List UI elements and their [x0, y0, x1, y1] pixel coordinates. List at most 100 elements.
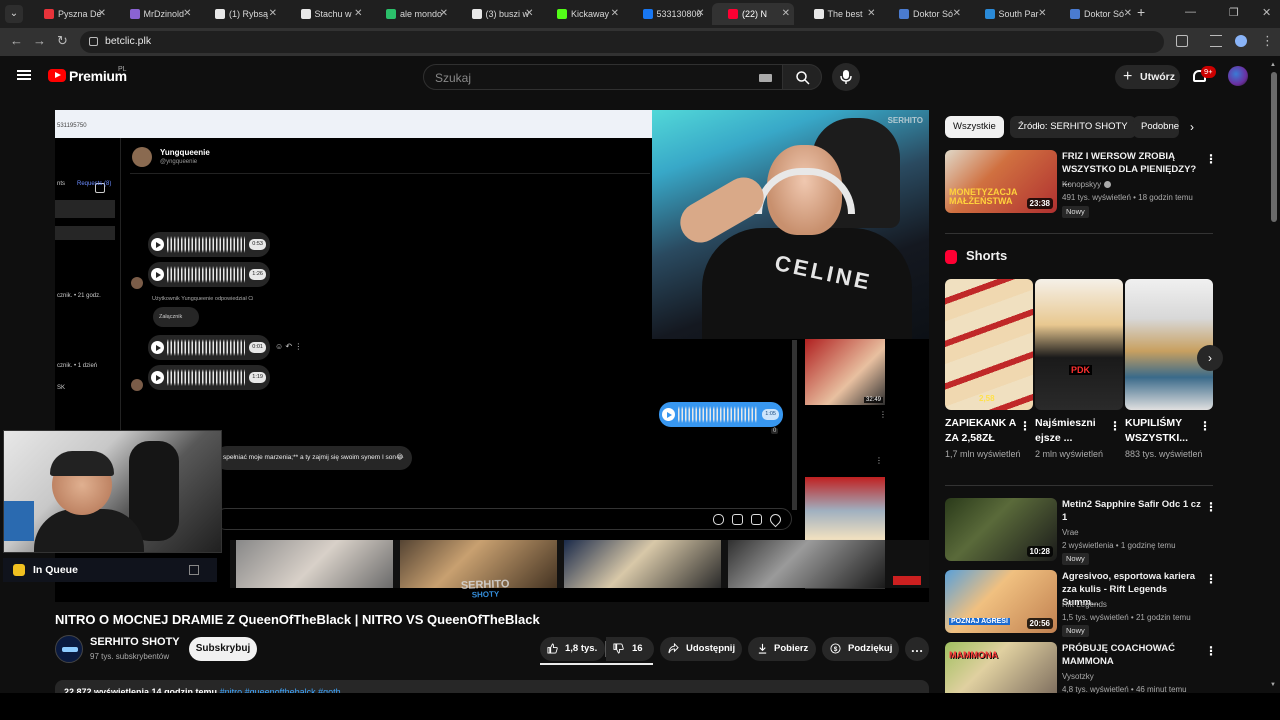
keyboard-icon[interactable]: [759, 74, 772, 82]
tab-close-icon[interactable]: ✕: [440, 3, 448, 25]
create-button[interactable]: + Utwórz: [1115, 65, 1180, 89]
page-scrollbar[interactable]: ▲ ▼: [1270, 62, 1278, 692]
rec-thumbnail[interactable]: MAMMONA: [945, 642, 1057, 693]
more-actions-button[interactable]: …: [905, 637, 929, 661]
browser-tab[interactable]: (22) N ✕: [712, 3, 794, 25]
rec-channel[interactable]: Vysotzky: [1062, 672, 1094, 681]
tab-close-icon[interactable]: ✕: [867, 3, 875, 25]
scroll-up-icon[interactable]: ▲: [1270, 62, 1276, 68]
voice-search-button[interactable]: [832, 63, 860, 91]
short-title[interactable]: KUPILIŚMY WSZYSTKI...: [1125, 416, 1200, 446]
tab-close-icon[interactable]: ✕: [611, 3, 619, 25]
rec-title[interactable]: Metin2 Sapphire Safir Odc 1 cz 1: [1062, 498, 1202, 524]
chip-similar[interactable]: Podobne: [1133, 116, 1179, 138]
ig-reply-note: Użytkownik Yungqueenie odpowiedział Ci: [152, 296, 254, 302]
reload-icon[interactable]: ↻: [57, 33, 68, 49]
browser-tab[interactable]: Doktor Só ✕: [1054, 3, 1136, 25]
tab-close-icon[interactable]: ✕: [269, 3, 277, 25]
browser-tab[interactable]: Pyszna De ✕: [28, 3, 110, 25]
minimize-icon[interactable]: —: [1185, 6, 1196, 18]
rec-channel[interactable]: Konopskyy: [1062, 180, 1112, 189]
channel-name[interactable]: SERHITO SHOTY: [90, 636, 180, 648]
extensions-icon[interactable]: [1176, 35, 1188, 47]
short-thumbnail[interactable]: [1125, 279, 1213, 410]
browser-tab[interactable]: Doktor Só ✕: [883, 3, 965, 25]
rec-channel[interactable]: Rift Legends: [1062, 600, 1107, 609]
tab-close-icon[interactable]: ✕: [953, 3, 961, 25]
tab-favicon-icon: [813, 9, 824, 19]
more-icon[interactable]: ⋮: [1205, 500, 1217, 514]
browser-tab[interactable]: ale mondo ✕: [370, 3, 452, 25]
rec-duration: 23:38: [1026, 198, 1053, 209]
more-icon[interactable]: ⋮: [1109, 419, 1121, 433]
more-icon[interactable]: ⋮: [1205, 572, 1217, 586]
browser-menu-icon[interactable]: ⋮: [1261, 33, 1274, 49]
thanks-button[interactable]: $ Podziękuj: [822, 637, 899, 661]
tab-label: Stachu w: [314, 9, 352, 19]
browser-tab[interactable]: (1) Rybsą ✕: [199, 3, 281, 25]
tab-close-icon[interactable]: ✕: [98, 3, 106, 25]
tab-close-icon[interactable]: ✕: [696, 3, 704, 25]
subscribe-button[interactable]: Subskrybuj: [189, 637, 257, 661]
play-icon: [151, 341, 164, 354]
chip-all[interactable]: Wszystkie: [945, 116, 1004, 138]
webcam-watermark: SERHITO: [887, 116, 923, 125]
forward-icon[interactable]: →: [33, 33, 46, 48]
profile-icon[interactable]: [1235, 35, 1247, 47]
rec-thumbnail[interactable]: POZNAJ AGRESI 20:56: [945, 570, 1057, 633]
ig-left-block: [55, 226, 115, 240]
short-title[interactable]: ZAPIEKANK A ZA 2,58ZŁ: [945, 416, 1020, 446]
short-thumbnail[interactable]: 2,58: [945, 279, 1033, 410]
chip-source[interactable]: Źródło: SERHITO SHOTY: [1010, 116, 1136, 138]
browser-tab[interactable]: Stachu w ✕: [285, 3, 367, 25]
download-button[interactable]: Pobierz: [748, 637, 816, 661]
back-icon[interactable]: ←: [10, 33, 23, 48]
site-info-icon[interactable]: [89, 37, 98, 46]
browser-tab[interactable]: 533130800 ✕: [627, 3, 709, 25]
more-icon[interactable]: ⋮: [1019, 419, 1031, 433]
browser-tab[interactable]: (3) buszi w ✕: [456, 3, 538, 25]
search-button[interactable]: [782, 64, 822, 90]
shorts-icon: [945, 250, 957, 264]
more-icon[interactable]: ⋮: [1199, 419, 1211, 433]
shorts-next-button[interactable]: ›: [1197, 345, 1223, 371]
voice-message: 1:26: [148, 262, 270, 287]
maximize-icon[interactable]: ❐: [1229, 6, 1239, 19]
chevron-right-icon[interactable]: ›: [1190, 120, 1194, 134]
search-input[interactable]: Szukaj: [423, 64, 783, 90]
short-title[interactable]: Najśmieszni ejsze ...: [1035, 416, 1110, 446]
play-icon: [151, 238, 164, 251]
new-tab-button[interactable]: +: [1137, 4, 1145, 20]
tab-close-icon[interactable]: ✕: [1124, 3, 1132, 25]
more-icon[interactable]: ⋮: [1205, 644, 1217, 658]
rec-thumbnail[interactable]: 10:28: [945, 498, 1057, 561]
like-button[interactable]: 1,8 tys.: [540, 637, 605, 661]
youtube-logo-icon[interactable]: [48, 69, 66, 82]
tab-close-icon[interactable]: ✕: [183, 3, 191, 25]
share-button[interactable]: Udostępnij: [660, 637, 742, 661]
tab-search-icon[interactable]: ⌄: [5, 5, 23, 23]
browser-tab[interactable]: The best ✕: [798, 3, 880, 25]
tab-close-icon[interactable]: ✕: [1038, 3, 1046, 25]
browser-tab[interactable]: Kickaway ✕: [541, 3, 623, 25]
reading-list-icon[interactable]: [1210, 35, 1222, 47]
tab-close-icon[interactable]: ✕: [782, 3, 790, 25]
short-thumbnail[interactable]: PDK: [1035, 279, 1123, 410]
more-icon[interactable]: ⋮: [1205, 152, 1217, 166]
rec-thumbnail[interactable]: MONETYZACJA MAŁŻEŃSTWA 23:38: [945, 150, 1057, 213]
channel-avatar[interactable]: [55, 635, 83, 663]
browser-tab[interactable]: MrDzinold ✕: [114, 3, 196, 25]
rec-channel[interactable]: Vrae: [1062, 528, 1079, 537]
browser-tab[interactable]: South Par ✕: [969, 3, 1051, 25]
rec-title[interactable]: PRÓBUJĘ COACHOWAĆ MAMMONA: [1062, 642, 1202, 668]
scrollbar-thumb[interactable]: [1271, 72, 1277, 222]
thumbs-down-icon: [613, 643, 624, 654]
tab-close-icon[interactable]: ✕: [354, 3, 362, 25]
address-bar[interactable]: betclic.plk: [80, 31, 1164, 53]
close-window-icon[interactable]: ✕: [1262, 6, 1271, 19]
scroll-down-icon[interactable]: ▼: [1270, 682, 1276, 688]
menu-icon[interactable]: [17, 70, 31, 80]
dislike-button[interactable]: 16: [606, 637, 654, 661]
tab-close-icon[interactable]: ✕: [525, 3, 533, 25]
avatar[interactable]: [1228, 66, 1248, 86]
